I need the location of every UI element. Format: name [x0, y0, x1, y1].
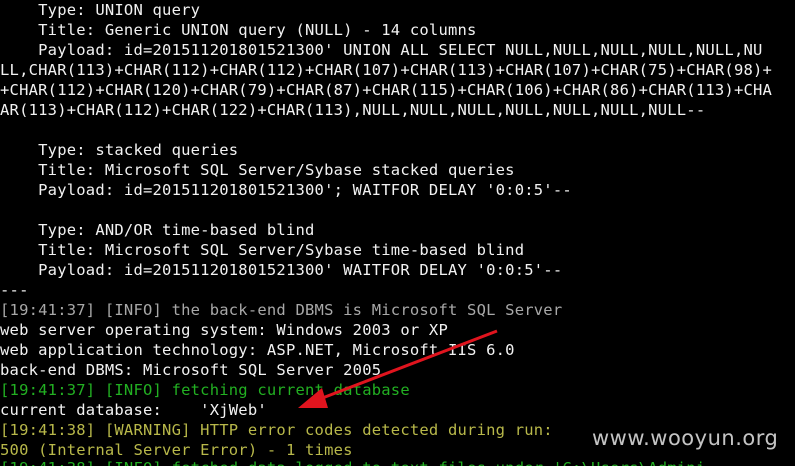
- annotation-arrow-icon: [298, 329, 498, 408]
- arrow-head: [298, 388, 328, 408]
- watermark: www.wooyun.org: [592, 426, 779, 450]
- arrow-shaft: [311, 329, 498, 404]
